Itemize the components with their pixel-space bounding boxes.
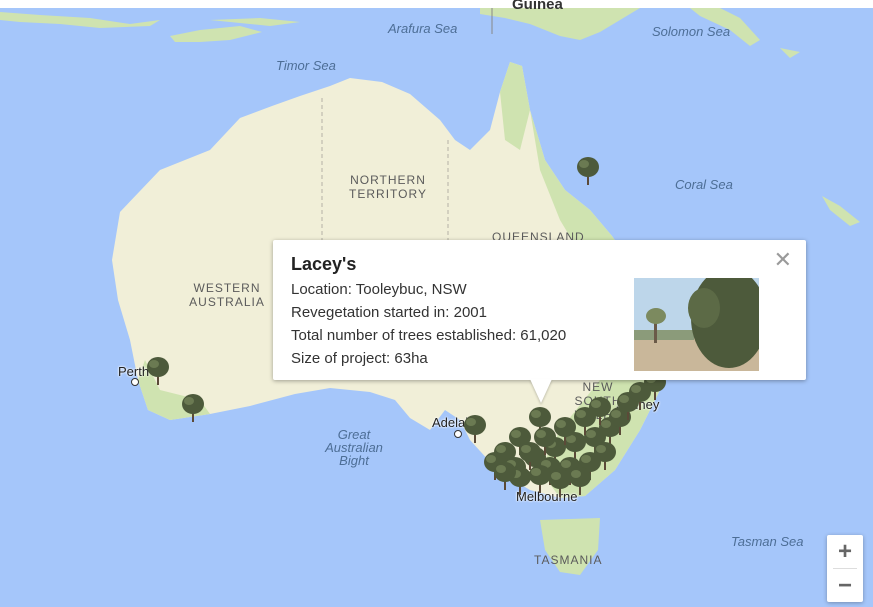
project-size: Size of project: 63ha <box>291 350 428 367</box>
sea-label-tasman: Tasman Sea <box>731 534 804 549</box>
zoom-in-button[interactable]: + <box>827 535 863 568</box>
city-dot-adelaide <box>454 430 462 438</box>
tree-marker-icon[interactable] <box>492 460 518 490</box>
info-window: Lacey's Location: Tooleybuc, NSW Reveget… <box>273 240 806 380</box>
sea-label-great-australian-bight: Great Australian Bight <box>325 427 383 468</box>
city-dot-perth <box>131 378 139 386</box>
project-title: Lacey's <box>291 254 357 274</box>
sea-label-solomon: Solomon Sea <box>652 24 731 39</box>
project-photo <box>634 278 759 371</box>
zoom-out-button[interactable]: − <box>827 569 863 602</box>
tree-marker-icon[interactable] <box>462 413 488 443</box>
sea-label-timor: Timor Sea <box>276 58 336 73</box>
region-label-northern-territory: NORTHERN TERRITORY <box>349 173 427 201</box>
project-revegetation-year: Revegetation started in: 2001 <box>291 304 487 321</box>
tree-marker-icon[interactable] <box>575 155 601 185</box>
close-icon[interactable]: ✕ <box>774 249 792 271</box>
zoom-control: + − <box>827 535 863 602</box>
sea-label-arafura: Arafura Sea <box>388 21 458 36</box>
project-location: Location: Tooleybuc, NSW <box>291 281 467 298</box>
tree-marker-icon[interactable] <box>180 392 206 422</box>
sea-label-coral: Coral Sea <box>675 177 733 192</box>
info-window-pointer <box>530 379 552 403</box>
region-label-tasmania: TASMANIA <box>534 553 603 567</box>
region-label-guinea: Guinea <box>512 0 563 13</box>
tree-marker-icon[interactable] <box>145 355 171 385</box>
project-trees-established: Total number of trees established: 61,02… <box>291 327 567 344</box>
tree-marker-icon[interactable] <box>592 440 618 470</box>
region-label-western-australia: WESTERN AUSTRALIA <box>189 281 265 309</box>
